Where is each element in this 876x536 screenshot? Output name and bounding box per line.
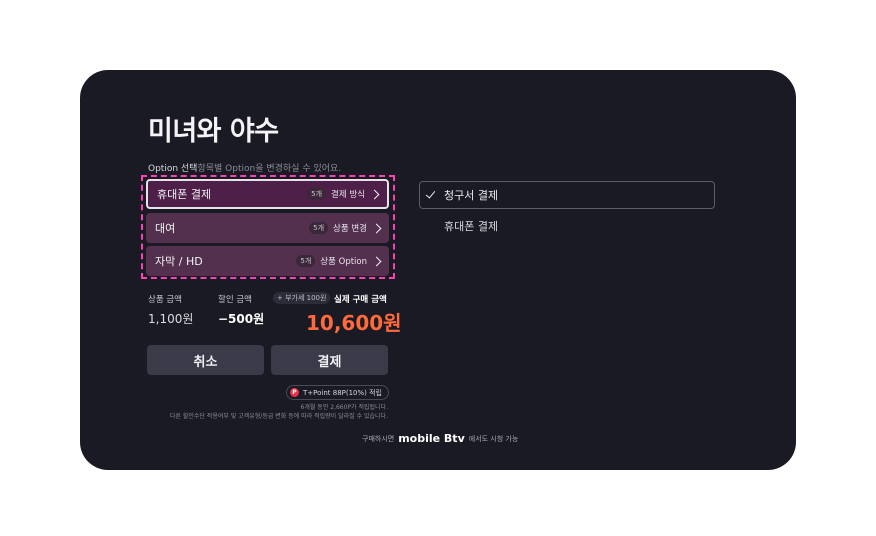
option-action: 상품 Option (320, 257, 367, 267)
option-label: 대여 (155, 222, 176, 235)
point-text: T+Point 88P(10%) 적립 (303, 388, 383, 397)
option-action: 상품 변경 (333, 224, 367, 234)
option-caption: Option 선택항목별 Option을 변경하실 수 있어요. (148, 161, 341, 174)
payment-method-label: 청구서 결제 (444, 189, 499, 202)
option-label: 휴대폰 결제 (157, 188, 212, 201)
actual-price-value: 10,600원 (306, 311, 402, 335)
payment-method-billing[interactable]: 청구서 결제 (419, 181, 715, 209)
discount-price-value: −500원 (218, 312, 265, 326)
product-price-value: 1,100원 (148, 312, 194, 326)
option-caption-suffix: 항목별 Option을 변경하실 수 있어요. (197, 164, 342, 174)
t-point-icon: P (290, 388, 299, 397)
pay-button[interactable]: 결제 (271, 345, 388, 375)
chevron-right-icon (369, 189, 380, 199)
product-price-label: 상품 금액 (148, 295, 182, 305)
vat-badge: + 부가세 100원 (273, 292, 331, 304)
point-badge: P T+Point 88P(10%) 적립 (286, 385, 390, 400)
option-count-badge: 5개 (309, 222, 329, 234)
option-row-subtitle[interactable]: 자막 / HD 5개 상품 Option (146, 246, 389, 276)
footer-prefix: 구매하시면 (362, 434, 395, 443)
option-label: 자막 / HD (155, 255, 203, 268)
option-count-badge: 5개 (296, 255, 316, 267)
chevron-right-icon (371, 223, 382, 233)
cancel-button[interactable]: 취소 (147, 345, 264, 375)
option-row-payment[interactable]: 휴대폰 결제 5개 결제 방식 (146, 179, 389, 209)
payment-method-phone[interactable]: 휴대폰 결제 (444, 218, 498, 234)
mobile-btv-logo: mobile Btv (398, 432, 465, 445)
point-note-1: 6개월 동안 2,660P가 적립됩니다. (300, 404, 388, 411)
check-icon (425, 188, 436, 199)
footer-suffix: 에서도 시청 가능 (468, 434, 519, 443)
actual-price-label: 실제 구매 금액 (334, 295, 387, 305)
footer-notice: 구매하시면 mobile Btv 에서도 시청 가능 (362, 432, 518, 445)
point-note-2: 다른 할인수단 적용여부 및 고객유형/등급 변화 등에 따라 적립량이 달라질… (169, 413, 388, 420)
discount-price-label: 할인 금액 (218, 295, 252, 305)
option-caption-prefix: Option 선택 (148, 164, 198, 174)
content-title: 미녀와 야수 (148, 116, 279, 147)
option-count-badge: 5개 (307, 188, 327, 200)
chevron-right-icon (371, 256, 382, 266)
option-action: 결제 방식 (331, 190, 365, 200)
option-row-rental[interactable]: 대여 5개 상품 변경 (146, 213, 389, 243)
